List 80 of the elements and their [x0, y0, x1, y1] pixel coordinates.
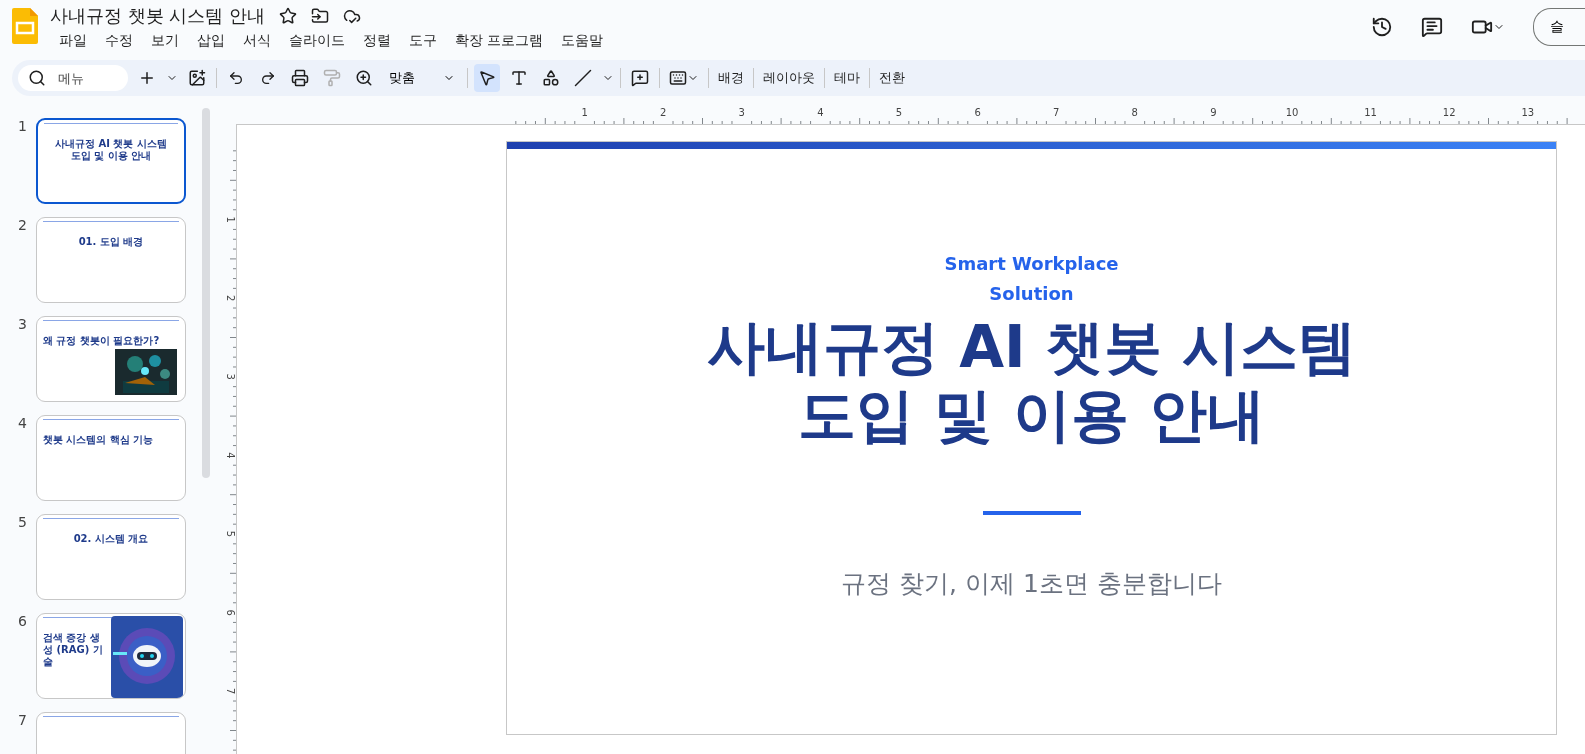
menu-item[interactable]: 수정: [96, 30, 142, 52]
thumbnail-title: 사내규정 AI 챗봇 시스템 도입 및 이용 안내: [55, 138, 167, 162]
plus-icon: [138, 69, 156, 87]
ruler-number: 2: [225, 295, 236, 302]
slides-logo-icon: [12, 8, 38, 44]
ruler-number: 4: [225, 452, 236, 459]
toolbar-text-button[interactable]: 레이아웃: [760, 64, 818, 92]
document-title[interactable]: 사내규정 챗봇 시스템 안내: [50, 4, 266, 28]
ruler-number: 9: [1210, 107, 1217, 118]
slide-thumbnail[interactable]: 사내규정 AI 챗봇 시스템 도입 및 이용 안내: [36, 118, 186, 204]
line-icon: [574, 69, 592, 87]
slide-number: 2: [18, 217, 26, 235]
ruler-number: 7: [225, 688, 236, 695]
menu-item[interactable]: 슬라이드: [280, 30, 354, 52]
ruler-number: 7: [1053, 107, 1060, 118]
ruler-number: 2: [660, 107, 667, 118]
toolbar-text-button[interactable]: 테마: [831, 64, 863, 92]
zoom-dropdown[interactable]: 맞춤: [383, 69, 461, 87]
keyboard-icon: [669, 69, 687, 87]
ruler-number: 6: [974, 107, 981, 118]
thumbnail-title: 검색 증강 생성 (RAG) 기술: [43, 632, 104, 668]
toolbar-text-button[interactable]: 배경: [715, 64, 747, 92]
ruler-number: 10: [1285, 107, 1299, 118]
comments-icon[interactable]: [1421, 16, 1443, 38]
ruler-number: 4: [817, 107, 824, 118]
ruler-number: 1: [581, 107, 588, 118]
ruler-number: 5: [895, 107, 903, 118]
slide-number: 4: [18, 415, 26, 433]
slide-number: 3: [18, 316, 26, 334]
redo-icon: [260, 70, 276, 86]
undo-icon: [228, 70, 244, 86]
star-icon[interactable]: [279, 7, 298, 25]
thumbnail-title: 01. 도입 배경: [78, 236, 144, 248]
thumbnail-title: 왜 규정 챗봇이 필요한가?: [43, 335, 160, 347]
move-folder-icon[interactable]: [311, 7, 330, 25]
shape-icon: [542, 69, 560, 87]
slide-thumbnail[interactable]: 01. 도입 배경: [36, 217, 186, 303]
menu-item[interactable]: 서식: [234, 30, 280, 52]
ruler-number: 8: [1131, 107, 1138, 118]
slide-thumbnail[interactable]: 왜 규정 챗봇이 필요한가?: [36, 316, 186, 402]
menu-item[interactable]: 보기: [142, 30, 188, 52]
toolbar-text-button[interactable]: 전환: [876, 64, 908, 92]
menu-search-field[interactable]: 메뉴: [18, 65, 128, 91]
ruler-number: 1: [225, 216, 236, 223]
ruler-number: 13: [1521, 107, 1535, 118]
cloud-check-icon[interactable]: [343, 7, 362, 25]
slide-subtitle: 규정 찾기, 이제 1초면 충분합니다: [841, 568, 1222, 600]
slide-thumbnail[interactable]: 02. 시스템 개요: [36, 514, 186, 600]
slideshow-button[interactable]: 슬: [1533, 8, 1585, 46]
slide-title: 도입 및 이용 안내: [798, 381, 1265, 449]
thumbnail-title: 02. 시스템 개요: [73, 533, 149, 545]
history-icon[interactable]: [1371, 16, 1393, 38]
menu-item[interactable]: 도구: [400, 30, 446, 52]
slide-number: 6: [18, 613, 26, 631]
slide-number: 7: [18, 712, 26, 730]
ruler-number: 11: [1364, 107, 1377, 118]
zoom-icon: [355, 69, 373, 87]
ruler-number: 3: [225, 373, 236, 380]
ruler-number: 5: [225, 530, 236, 538]
pointer-icon: [478, 69, 496, 87]
text-icon: [510, 69, 528, 87]
menu-item[interactable]: 삽입: [188, 30, 234, 52]
slide-thumbnail[interactable]: 검색 증강 생성 (RAG) 기술: [36, 613, 186, 699]
ruler-number: 3: [738, 107, 745, 118]
slide-thumbnail[interactable]: 챗봇 시스템의 핵심 기능: [36, 415, 186, 501]
slide-kicker: Smart Workplace Solution: [943, 252, 1120, 306]
menu-item[interactable]: 정렬: [354, 30, 400, 52]
slide-number: 1: [18, 118, 26, 136]
slide-title: 사내규정 AI 챗봇 시스템: [706, 313, 1356, 381]
search-input[interactable]: 메뉴: [56, 69, 120, 87]
scrollbar[interactable]: [202, 108, 210, 478]
menu-item[interactable]: 파일: [50, 30, 96, 52]
slide-number: 5: [18, 514, 26, 532]
thumbnail-title: 챗봇 시스템의 핵심 기능: [43, 434, 154, 446]
tool-button[interactable]: [474, 64, 500, 92]
ruler-number: 12: [1442, 107, 1456, 118]
ruler-number: 6: [225, 609, 236, 616]
menu-item[interactable]: 도움말: [552, 30, 613, 52]
search-icon: [28, 69, 46, 87]
menu-item[interactable]: 확장 프로그램: [446, 30, 553, 52]
